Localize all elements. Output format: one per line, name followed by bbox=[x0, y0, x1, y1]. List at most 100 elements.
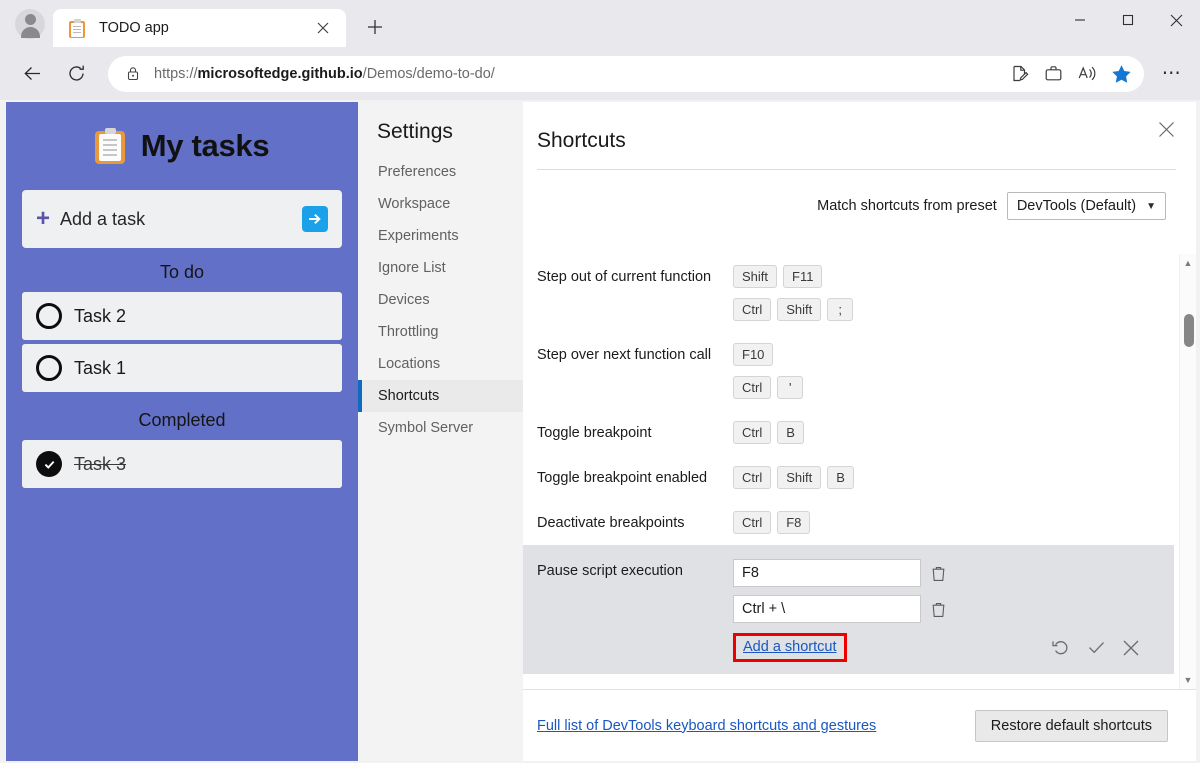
sidebar-item-locations[interactable]: Locations bbox=[358, 348, 523, 380]
collections-icon[interactable] bbox=[1036, 59, 1070, 89]
sidebar-item-throttling[interactable]: Throttling bbox=[358, 316, 523, 348]
navigation-bar: https://microsoftedge.github.io/Demos/de… bbox=[0, 47, 1200, 100]
key-combo: Shift F11 bbox=[733, 265, 1174, 288]
shortcuts-list: Step out of current function Shift F11 C… bbox=[523, 254, 1196, 689]
shortcut-name: Deactivate breakpoints bbox=[537, 511, 733, 534]
edit-actions bbox=[1052, 638, 1140, 662]
key-combo: Ctrl F8 bbox=[733, 511, 1174, 534]
sidebar-item-preferences[interactable]: Preferences bbox=[358, 156, 523, 188]
shortcut-name: Pause script execution bbox=[537, 559, 733, 582]
shortcut-row: Deactivate breakpoints Ctrl F8 bbox=[523, 500, 1174, 545]
chevron-down-icon: ▼ bbox=[1146, 201, 1156, 212]
scrollbar-thumb[interactable] bbox=[1184, 314, 1194, 347]
shortcut-input-1[interactable]: F8 bbox=[733, 559, 921, 587]
task-label: Task 1 bbox=[74, 358, 126, 379]
clipboard-icon bbox=[95, 128, 127, 164]
close-button[interactable] bbox=[1152, 0, 1200, 40]
add-shortcut-link[interactable]: Add a shortcut bbox=[733, 633, 847, 662]
key-badge: F11 bbox=[783, 265, 822, 288]
shortcut-row: Toggle breakpoint Ctrl B bbox=[523, 410, 1174, 455]
devtools-settings-panel: Settings Preferences Workspace Experimen… bbox=[358, 102, 1196, 761]
refresh-icon[interactable] bbox=[58, 56, 94, 92]
add-task-input[interactable]: + Add a task bbox=[22, 190, 342, 248]
key-badge: Ctrl bbox=[733, 421, 771, 444]
section-heading-completed: Completed bbox=[6, 396, 358, 440]
key-badge: Shift bbox=[777, 466, 821, 489]
list-item[interactable]: Task 2 bbox=[22, 292, 342, 340]
task-checkbox[interactable] bbox=[36, 303, 62, 329]
sidebar-item-experiments[interactable]: Experiments bbox=[358, 220, 523, 252]
key-badge: Ctrl bbox=[733, 466, 771, 489]
preset-row: Match shortcuts from preset DevTools (De… bbox=[523, 170, 1196, 220]
add-task-placeholder: Add a task bbox=[60, 209, 302, 230]
shortcut-row: Step over next function call F10 Ctrl ' bbox=[523, 332, 1174, 410]
key-badge: F8 bbox=[777, 511, 810, 534]
shortcut-input-2[interactable]: Ctrl + \ bbox=[733, 595, 921, 623]
restore-default-shortcuts-button[interactable]: Restore default shortcuts bbox=[975, 710, 1168, 742]
back-arrow-icon[interactable] bbox=[14, 56, 50, 92]
key-badge: Ctrl bbox=[733, 376, 771, 399]
shortcut-row-editing: Pause script execution F8 bbox=[523, 545, 1174, 674]
settings-main: Shortcuts Match shortcuts from preset De… bbox=[523, 102, 1196, 761]
task-checkbox[interactable] bbox=[36, 355, 62, 381]
browser-tab[interactable]: TODO app bbox=[53, 9, 346, 47]
key-combo: F10 bbox=[733, 343, 1174, 366]
maximize-button[interactable] bbox=[1104, 0, 1152, 40]
scroll-down-icon[interactable]: ▼ bbox=[1184, 675, 1193, 685]
list-item[interactable]: Task 3 bbox=[22, 440, 342, 488]
favorites-star-icon[interactable] bbox=[1104, 59, 1138, 89]
todo-app-panel: My tasks + Add a task To do Task 2 Task … bbox=[6, 102, 358, 761]
key-badge: B bbox=[777, 421, 804, 444]
list-item[interactable]: Task 1 bbox=[22, 344, 342, 392]
key-badge: Ctrl bbox=[733, 511, 771, 534]
preset-value: DevTools (Default) bbox=[1017, 198, 1136, 214]
task-label: Task 2 bbox=[74, 306, 126, 327]
key-badge: Shift bbox=[733, 265, 777, 288]
sidebar-item-workspace[interactable]: Workspace bbox=[358, 188, 523, 220]
close-icon[interactable] bbox=[310, 15, 336, 41]
address-bar[interactable]: https://microsoftedge.github.io/Demos/de… bbox=[108, 56, 1144, 92]
key-combo: Ctrl B bbox=[733, 421, 1174, 444]
panel-title: Shortcuts bbox=[523, 102, 1196, 153]
key-badge: ; bbox=[827, 298, 853, 321]
read-aloud-icon[interactable] bbox=[1070, 59, 1104, 89]
key-badge: B bbox=[827, 466, 854, 489]
shortcut-name: Step over next function call bbox=[537, 343, 733, 366]
shortcut-row: Toggle breakpoint enabled Ctrl Shift B bbox=[523, 455, 1174, 500]
full-shortcuts-list-link[interactable]: Full list of DevTools keyboard shortcuts… bbox=[537, 718, 876, 734]
settings-title: Settings bbox=[358, 120, 523, 156]
trash-icon[interactable] bbox=[931, 562, 951, 584]
todo-header: My tasks bbox=[6, 102, 358, 190]
task-label: Task 3 bbox=[74, 454, 126, 475]
window-controls bbox=[1056, 0, 1200, 40]
lock-icon bbox=[120, 66, 146, 81]
arrow-right-icon[interactable] bbox=[302, 206, 328, 232]
browser-window: TODO app bbox=[0, 0, 1200, 763]
shortcut-name: Toggle breakpoint enabled bbox=[537, 466, 733, 489]
cancel-x-icon[interactable] bbox=[1122, 639, 1140, 662]
close-icon[interactable] bbox=[1152, 115, 1180, 143]
shortcut-name: Step out of current function bbox=[537, 265, 733, 288]
page-content: My tasks + Add a task To do Task 2 Task … bbox=[0, 100, 1200, 763]
task-checkbox-checked[interactable] bbox=[36, 451, 62, 477]
sidebar-item-shortcuts[interactable]: Shortcuts bbox=[358, 380, 523, 412]
sidebar-item-devices[interactable]: Devices bbox=[358, 284, 523, 316]
preset-dropdown[interactable]: DevTools (Default) ▼ bbox=[1007, 192, 1166, 220]
scroll-up-icon[interactable]: ▲ bbox=[1184, 258, 1193, 268]
edit-page-icon[interactable] bbox=[1002, 59, 1036, 89]
trash-icon[interactable] bbox=[931, 598, 951, 620]
sidebar-item-ignore-list[interactable]: Ignore List bbox=[358, 252, 523, 284]
new-tab-button[interactable] bbox=[358, 10, 392, 44]
key-combo: Ctrl Shift B bbox=[733, 466, 1174, 489]
more-options-icon[interactable]: ⋯ bbox=[1154, 56, 1190, 92]
sidebar-item-symbol-server[interactable]: Symbol Server bbox=[358, 412, 523, 444]
title-bar: TODO app bbox=[0, 0, 1200, 47]
profile-avatar-icon[interactable] bbox=[15, 9, 45, 39]
key-combo: Ctrl ' bbox=[733, 376, 1174, 399]
minimize-button[interactable] bbox=[1056, 0, 1104, 40]
plus-icon: + bbox=[36, 207, 50, 231]
undo-icon[interactable] bbox=[1052, 638, 1071, 662]
confirm-check-icon[interactable] bbox=[1087, 638, 1106, 662]
clipboard-icon bbox=[69, 19, 87, 37]
vertical-scrollbar[interactable]: ▲ ▼ bbox=[1179, 254, 1196, 689]
